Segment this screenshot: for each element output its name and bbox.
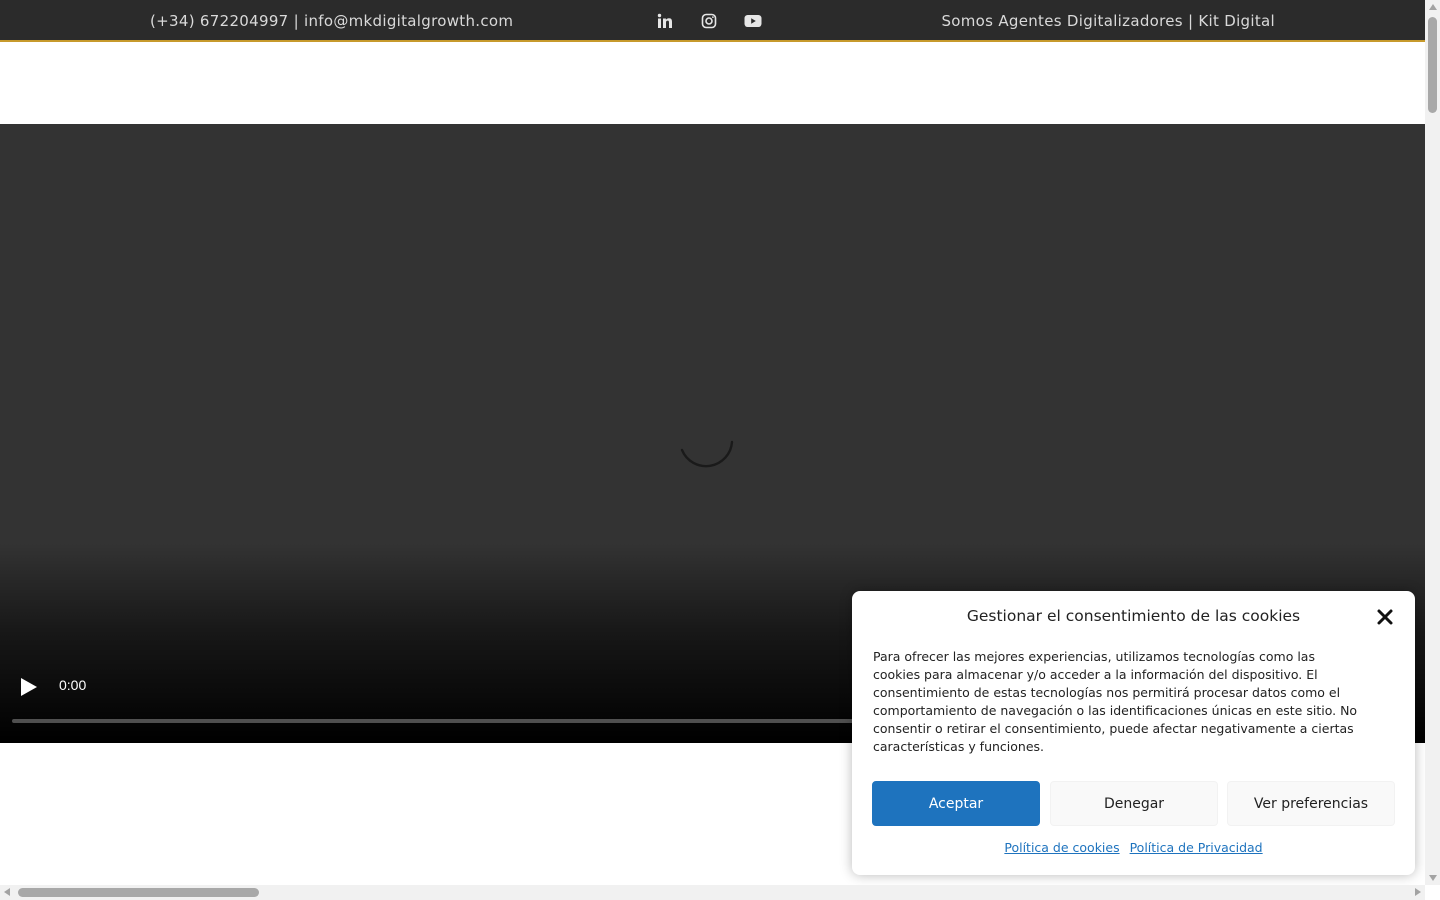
cookie-dialog-text: Para ofrecer las mejores experiencias, u… — [873, 649, 1358, 754]
social-links — [654, 0, 764, 42]
scroll-left-arrow-icon[interactable] — [4, 888, 10, 896]
youtube-icon[interactable] — [742, 10, 764, 32]
deny-button[interactable]: Denegar — [1050, 781, 1218, 826]
vertical-scrollbar-thumb[interactable] — [1428, 17, 1437, 113]
play-icon[interactable] — [18, 676, 40, 698]
contact-info[interactable]: (+34) 672204997 | info@mkdigitalgrowth.c… — [150, 0, 513, 42]
loading-spinner-icon — [680, 440, 734, 468]
top-bar: (+34) 672204997 | info@mkdigitalgrowth.c… — [0, 0, 1425, 42]
scroll-right-arrow-icon[interactable] — [1415, 888, 1421, 896]
vertical-scrollbar[interactable] — [1425, 0, 1440, 885]
scroll-down-arrow-icon[interactable] — [1429, 875, 1437, 881]
site-header — [0, 44, 1425, 124]
cookie-consent-dialog: Gestionar el consentimiento de las cooki… — [852, 591, 1415, 875]
cookie-policy-links: Política de cookies Política de Privacid… — [852, 840, 1415, 855]
instagram-icon[interactable] — [698, 10, 720, 32]
close-icon[interactable] — [1376, 608, 1394, 626]
scrollbar-corner — [1425, 885, 1440, 900]
linkedin-icon[interactable] — [654, 10, 676, 32]
privacy-policy-link[interactable]: Política de Privacidad — [1130, 840, 1263, 855]
tagline[interactable]: Somos Agentes Digitalizadores | Kit Digi… — [941, 0, 1275, 42]
horizontal-scrollbar-thumb[interactable] — [18, 888, 259, 897]
view-preferences-button[interactable]: Ver preferencias — [1227, 781, 1395, 826]
cookie-dialog-title: Gestionar el consentimiento de las cooki… — [966, 607, 1301, 625]
accept-button[interactable]: Aceptar — [872, 781, 1040, 826]
cookie-policy-link[interactable]: Política de cookies — [1004, 840, 1119, 855]
scroll-up-arrow-icon[interactable] — [1429, 4, 1437, 10]
horizontal-scrollbar[interactable] — [0, 885, 1425, 900]
video-time: 0:00 — [59, 677, 87, 693]
page: (+34) 672204997 | info@mkdigitalgrowth.c… — [0, 0, 1440, 900]
